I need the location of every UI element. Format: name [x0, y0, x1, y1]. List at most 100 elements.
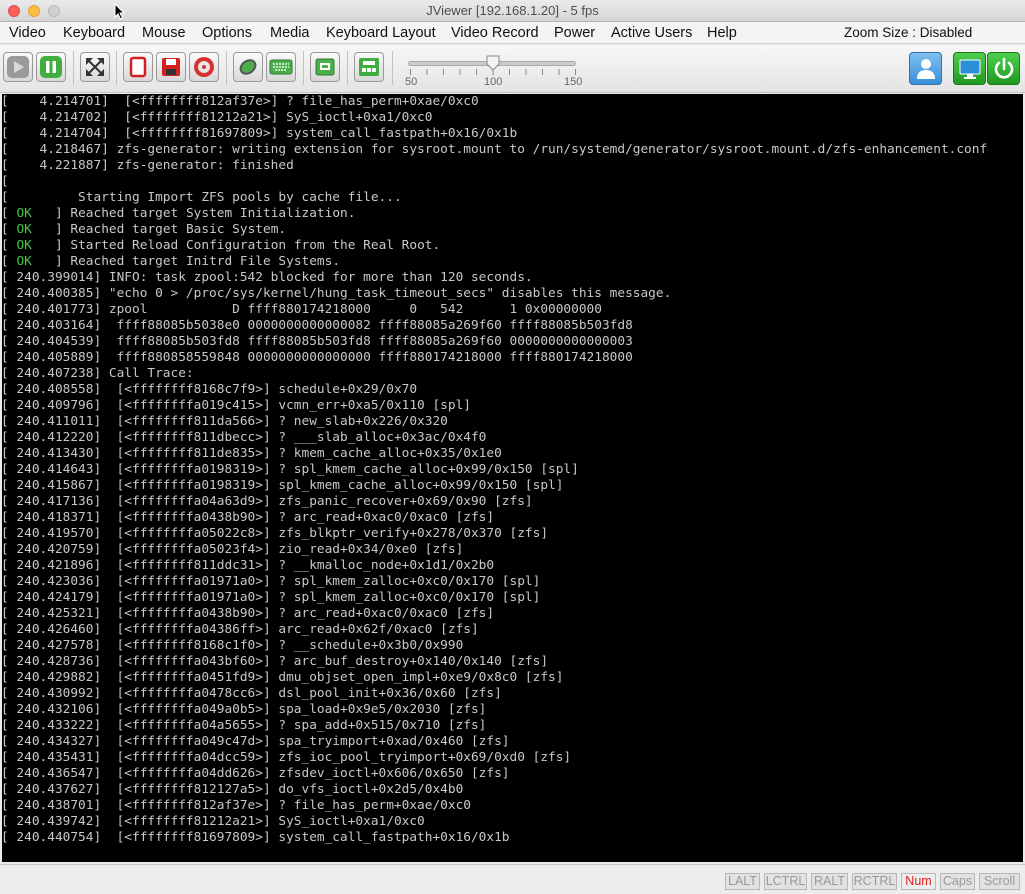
hotkeys-icon	[359, 58, 379, 76]
key-lalt[interactable]: LALT	[725, 873, 760, 890]
console-line-text: 4.214704] [<ffffffff81697809>] system_ca…	[8, 126, 518, 141]
console-line: [ OK ] Reached target Basic System.	[2, 222, 1023, 238]
menu-keyboard[interactable]: Keyboard	[63, 22, 125, 44]
console-line-text: 240.404539] ffff88085b503fd8 ffff88085b5…	[8, 334, 633, 349]
zoom-window-button[interactable]	[48, 5, 60, 17]
console-line: [ 240.417136] [<ffffffffa04a63d9>] zfs_p…	[2, 494, 1023, 510]
keyboard-icon	[269, 59, 293, 75]
hotkeys-button[interactable]	[354, 52, 384, 82]
cdrom-button[interactable]	[189, 52, 219, 82]
ok-status: OK	[16, 238, 32, 253]
pause-icon	[40, 56, 62, 78]
ok-status: OK	[16, 222, 32, 237]
screenshot-button[interactable]	[310, 52, 340, 82]
slider-mid-label: 100	[484, 76, 503, 88]
save-button[interactable]	[156, 52, 186, 82]
play-button[interactable]	[3, 52, 33, 82]
menu-media[interactable]: Media	[270, 22, 310, 44]
zoom-slider[interactable]: 50 100 150	[404, 51, 584, 91]
zoom-slider-thumb[interactable]	[486, 55, 500, 71]
console-line: [ 240.432106] [<ffffffffa049a0b5>] spa_l…	[2, 702, 1023, 718]
key-rctrl[interactable]: RCTRL	[852, 873, 897, 890]
menu-keyboard-layout[interactable]: Keyboard Layout	[326, 22, 436, 44]
console-line: [ 240.411011] [<ffffffff811da566>] ? new…	[2, 414, 1023, 430]
console-line-text: 240.420759] [<ffffffffa05023f4>] zio_rea…	[8, 542, 464, 557]
console-line: [ 240.429882] [<ffffffffa0451fd9>] dmu_o…	[2, 670, 1023, 686]
console-line: [ 240.419570] [<ffffffffa05022c8>] zfs_b…	[2, 526, 1023, 542]
console-line-text: 240.437627] [<ffffffff812127a5>] do_vfs_…	[8, 782, 464, 797]
cdrom-icon	[194, 57, 214, 77]
console-line: [ 240.428736] [<ffffffffa043bf60>] ? arc…	[2, 654, 1023, 670]
console-line-text: 4.221887] zfs-generator: finished	[8, 158, 294, 173]
console-line-text: 240.439742] [<ffffffff81212a21>] SyS_ioc…	[8, 814, 425, 829]
key-lctrl[interactable]: LCTRL	[764, 873, 807, 890]
video-console-icon	[959, 59, 981, 79]
remote-console-screen[interactable]: [ 4.214701] [<ffffffff812af37e>] ? file_…	[2, 94, 1023, 862]
console-line: [ 240.423036] [<ffffffffa01971a0>] ? spl…	[2, 574, 1023, 590]
menu-help[interactable]: Help	[707, 22, 737, 44]
console-line: [ 240.426460] [<ffffffffa04386ff>] arc_r…	[2, 622, 1023, 638]
console-line: [ 240.421896] [<ffffffff811ddc31>] ? __k…	[2, 558, 1023, 574]
console-line: [ 240.415867] [<ffffffffa0198319>] spl_k…	[2, 478, 1023, 494]
ok-status: OK	[16, 206, 32, 221]
menu-mouse[interactable]: Mouse	[142, 22, 186, 44]
console-line-text: 240.432106] [<ffffffffa049a0b5>] spa_loa…	[8, 702, 487, 717]
fullscreen-icon	[86, 58, 104, 76]
pause-button[interactable]	[36, 52, 66, 82]
console-line-text: 240.424179] [<ffffffffa01971a0>] ? spl_k…	[8, 590, 541, 605]
console-line: [ 240.435431] [<ffffffffa04dcc59>] zfs_i…	[2, 750, 1023, 766]
console-output: [ 4.214701] [<ffffffff812af37e>] ? file_…	[2, 94, 1023, 846]
key-ralt[interactable]: RALT	[811, 873, 848, 890]
console-line-text: 240.408558] [<ffffffff8168c7f9>] schedul…	[8, 382, 418, 397]
console-line-text: ] Reached target Initrd File Systems.	[47, 254, 341, 269]
key-scroll-lock[interactable]: Scroll	[979, 873, 1020, 890]
console-line-text: 240.419570] [<ffffffffa05022c8>] zfs_blk…	[8, 526, 549, 541]
key-num-lock[interactable]: Num	[901, 873, 936, 890]
console-line-text: 240.433222] [<ffffffffa04a5655>] ? spa_a…	[8, 718, 487, 733]
console-line: [ 4.221887] zfs-generator: finished	[2, 158, 1023, 174]
fullscreen-button[interactable]	[80, 52, 110, 82]
console-line-text: 240.423036] [<ffffffffa01971a0>] ? spl_k…	[8, 574, 541, 589]
keyboard-button[interactable]	[266, 52, 296, 82]
save-icon	[162, 58, 180, 76]
console-line-text: 240.409796] [<ffffffffa019c415>] vcmn_er…	[8, 398, 471, 413]
close-window-button[interactable]	[8, 5, 20, 17]
console-line: [ 240.407238] Call Trace:	[2, 366, 1023, 382]
menu-video[interactable]: Video	[9, 22, 46, 44]
console-line: [ 240.437627] [<ffffffff812127a5>] do_vf…	[2, 782, 1023, 798]
menu-active-users[interactable]: Active Users	[611, 22, 692, 44]
console-line-text: 240.435431] [<ffffffffa04dcc59>] zfs_ioc…	[8, 750, 572, 765]
video-console-button[interactable]	[953, 52, 986, 85]
key-caps-lock[interactable]: Caps	[940, 873, 975, 890]
slider-min-label: 50	[405, 76, 418, 88]
console-line: [ 240.433222] [<ffffffffa04a5655>] ? spa…	[2, 718, 1023, 734]
console-line: [ 4.214704] [<ffffffff81697809>] system_…	[2, 126, 1023, 142]
console-line-text: 240.427578] [<ffffffff8168c1f0>] ? __sch…	[8, 638, 464, 653]
menu-power[interactable]: Power	[554, 22, 595, 44]
console-line: [ 240.418371] [<ffffffffa0438b90>] ? arc…	[2, 510, 1023, 526]
console-line: [ 240.413430] [<ffffffff811de835>] ? kme…	[2, 446, 1023, 462]
console-line: [ 240.439742] [<ffffffff81212a21>] SyS_i…	[2, 814, 1023, 830]
console-line-text: 240.413430] [<ffffffff811de835>] ? kmem_…	[8, 446, 502, 461]
console-line-text: 240.421896] [<ffffffff811ddc31>] ? __kma…	[8, 558, 495, 573]
console-line: [ 240.414643] [<ffffffffa0198319>] ? spl…	[2, 462, 1023, 478]
console-line-text: 240.399014] INFO: task zpool:542 blocked…	[8, 270, 533, 285]
console-line: [ 240.427578] [<ffffffff8168c1f0>] ? __s…	[2, 638, 1023, 654]
console-line: [ OK ] Reached target Initrd File System…	[2, 254, 1023, 270]
minimize-window-button[interactable]	[28, 5, 40, 17]
active-user-button[interactable]	[909, 52, 942, 85]
console-line-text: ] Reached target Basic System.	[47, 222, 287, 237]
toolbar-separator	[392, 51, 393, 85]
mouse-mode-button[interactable]	[233, 52, 263, 82]
console-line: [ 240.440754] [<ffffffff81697809>] syste…	[2, 830, 1023, 846]
record-button[interactable]	[123, 52, 153, 82]
console-line-text: 240.417136] [<ffffffffa04a63d9>] zfs_pan…	[8, 494, 533, 509]
console-line-text: 240.440754] [<ffffffff81697809>] system_…	[8, 830, 510, 845]
power-button[interactable]	[987, 52, 1020, 85]
console-line-text: 4.214702] [<ffffffff81212a21>] SyS_ioctl…	[8, 110, 433, 125]
menu-video-record[interactable]: Video Record	[451, 22, 539, 44]
console-line-text: 240.429882] [<ffffffffa0451fd9>] dmu_obj…	[8, 670, 564, 685]
console-line-text: ] Started Reload Configuration from the …	[47, 238, 441, 253]
toolbar: 50 100 150	[0, 45, 1025, 93]
menu-options[interactable]: Options	[202, 22, 252, 44]
